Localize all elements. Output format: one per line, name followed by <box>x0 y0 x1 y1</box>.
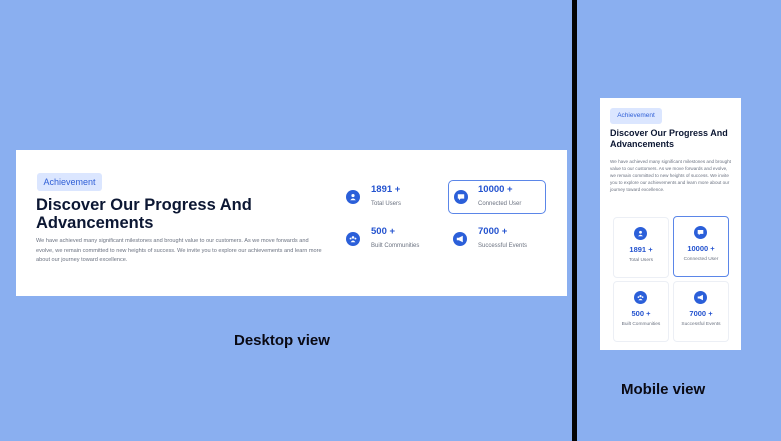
stat-built-communities: 500 + Built Communities <box>346 222 441 256</box>
stat-label: Successful Events <box>478 243 528 249</box>
chat-icon <box>454 190 468 204</box>
stat-label: Connected User <box>683 257 719 262</box>
view-divider <box>572 0 577 441</box>
stat-successful-events: 7000 + Successful Events <box>453 222 548 256</box>
stat-value: 500 + <box>371 226 396 237</box>
section-description: We have achieved many significant milest… <box>610 159 731 192</box>
stat-connected-users: 10000 + Connected User <box>673 216 729 277</box>
stat-value: 500 + <box>631 309 651 318</box>
stat-total-users: 1891 + Total Users <box>346 180 441 214</box>
megaphone-icon <box>453 232 467 246</box>
section-description: We have achieved many significant milest… <box>36 238 322 264</box>
stat-value: 7000 + <box>689 309 713 318</box>
section-title: Discover Our Progress And Advancements <box>610 128 728 149</box>
community-icon <box>346 232 360 246</box>
stat-label: Built Communities <box>621 322 661 327</box>
stat-label: Total Users <box>371 201 402 207</box>
stat-successful-events: 7000 + Successful Events <box>673 281 729 342</box>
user-icon <box>346 190 360 204</box>
chat-icon <box>694 226 707 239</box>
stat-label: Connected User <box>478 201 522 207</box>
stat-label: Total Users <box>629 258 653 263</box>
user-icon <box>634 227 647 240</box>
megaphone-icon <box>694 291 707 304</box>
achievement-badge: Achievement <box>37 173 102 191</box>
section-title: Discover Our Progress And Advancements <box>36 196 252 232</box>
stat-label: Built Communities <box>371 243 420 249</box>
stat-built-communities: 500 + Built Communities <box>613 281 669 342</box>
mobile-caption: Mobile view <box>621 381 706 398</box>
stat-total-users: 1891 + Total Users <box>613 217 669 278</box>
desktop-achievement-card: Achievement Discover Our Progress And Ad… <box>16 150 567 296</box>
stat-label: Successful Events <box>681 322 721 327</box>
stat-connected-users: 10000 + Connected User <box>448 180 546 214</box>
stat-value: 1891 + <box>371 184 401 195</box>
achievement-badge: Achievement <box>610 108 662 124</box>
stat-value: 10000 + <box>687 244 715 253</box>
stat-value: 7000 + <box>478 226 508 237</box>
stat-value: 10000 + <box>478 184 513 195</box>
mobile-achievement-card: Achievement Discover Our Progress And Ad… <box>600 98 741 350</box>
community-icon <box>634 291 647 304</box>
stat-value: 1891 + <box>629 245 653 254</box>
desktop-caption: Desktop view <box>234 332 330 349</box>
